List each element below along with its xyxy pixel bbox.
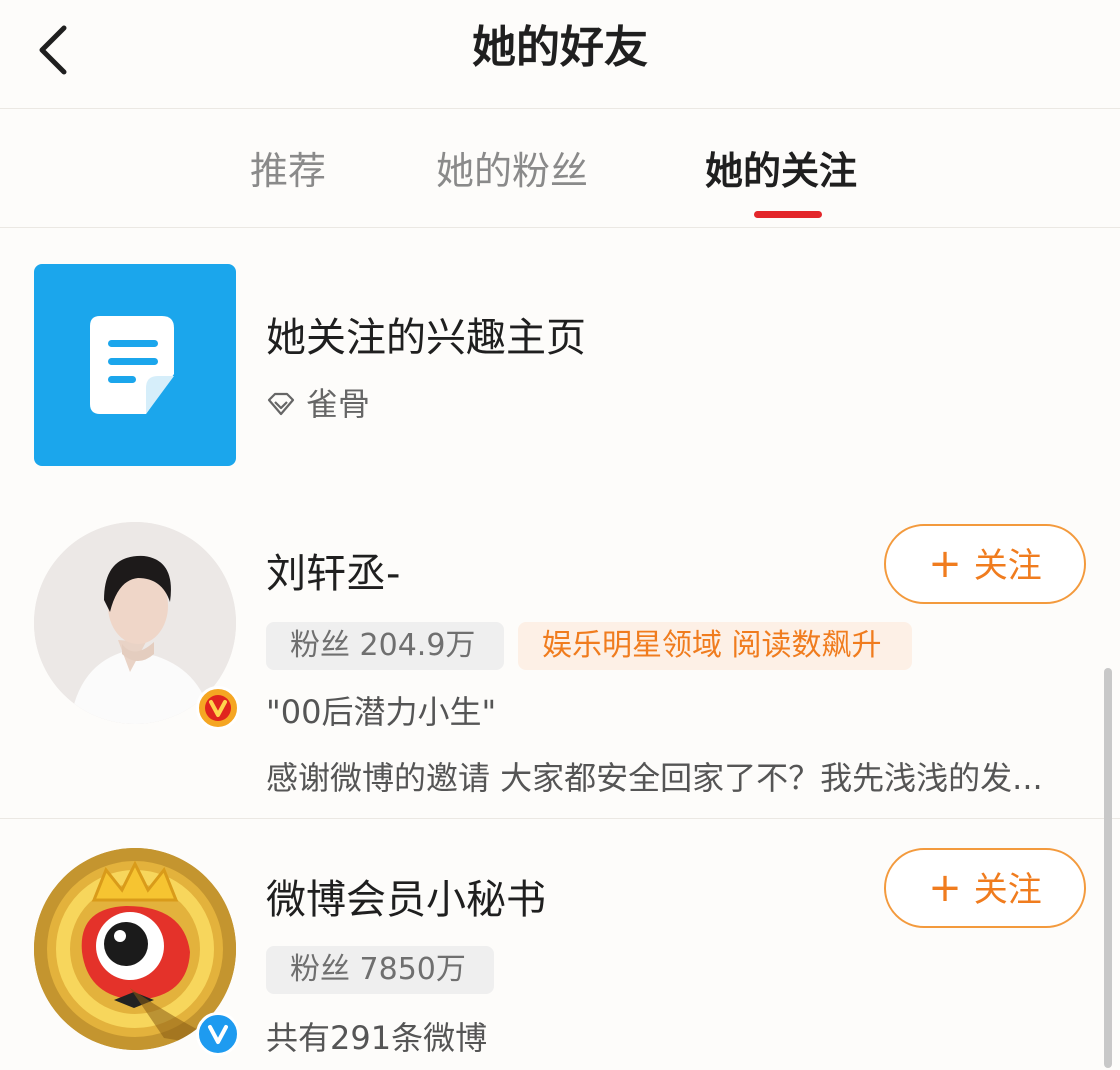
row-divider xyxy=(0,818,1120,819)
tab-her-following[interactable]: 她的关注 xyxy=(705,145,857,197)
verified-badge xyxy=(196,1012,240,1056)
tab-recommended[interactable]: 推荐 xyxy=(250,145,326,197)
v-badge-icon xyxy=(208,1025,228,1044)
followers-count-badge: 粉丝 204.9万 xyxy=(266,622,504,670)
interest-tag-label: 雀骨 xyxy=(306,385,371,423)
tab-her-fans[interactable]: 她的粉丝 xyxy=(436,145,588,197)
trending-tag: 娱乐明星领域 阅读数飙升 xyxy=(518,622,912,670)
post-count-text: 共有291条微博 xyxy=(266,1019,488,1057)
user-name[interactable]: 微博会员小秘书 xyxy=(266,872,546,928)
user-description: "00后潜力小生" xyxy=(266,693,497,731)
plus-icon: + xyxy=(928,865,962,911)
follow-label: 关注 xyxy=(973,546,1042,586)
active-tab-indicator xyxy=(754,211,822,218)
follow-label: 关注 xyxy=(973,870,1042,910)
user-name[interactable]: 刘轩丞- xyxy=(266,546,400,602)
follow-button[interactable]: + 关注 xyxy=(884,524,1086,604)
interest-page-thumbnail xyxy=(34,264,236,466)
document-icon xyxy=(90,316,174,414)
interest-page-title: 她关注的兴趣主页 xyxy=(266,315,586,361)
tab-bar: 推荐 她的粉丝 她的关注 xyxy=(0,109,1120,228)
v-badge-icon xyxy=(205,695,231,721)
plus-icon: + xyxy=(928,541,962,587)
scrollbar[interactable] xyxy=(1104,668,1112,1068)
page-title: 她的好友 xyxy=(472,22,648,73)
follow-button[interactable]: + 关注 xyxy=(884,848,1086,928)
interest-page-tag: 雀骨 xyxy=(266,382,370,426)
latest-post-preview: 感谢微博的邀请 大家都安全回家了不？我先浅浅的发... xyxy=(266,759,1043,797)
diamond-icon xyxy=(267,392,295,416)
followers-count-badge: 粉丝 7850万 xyxy=(266,946,494,994)
verified-badge xyxy=(196,686,240,730)
top-bar: 她的好友 xyxy=(0,0,1120,109)
